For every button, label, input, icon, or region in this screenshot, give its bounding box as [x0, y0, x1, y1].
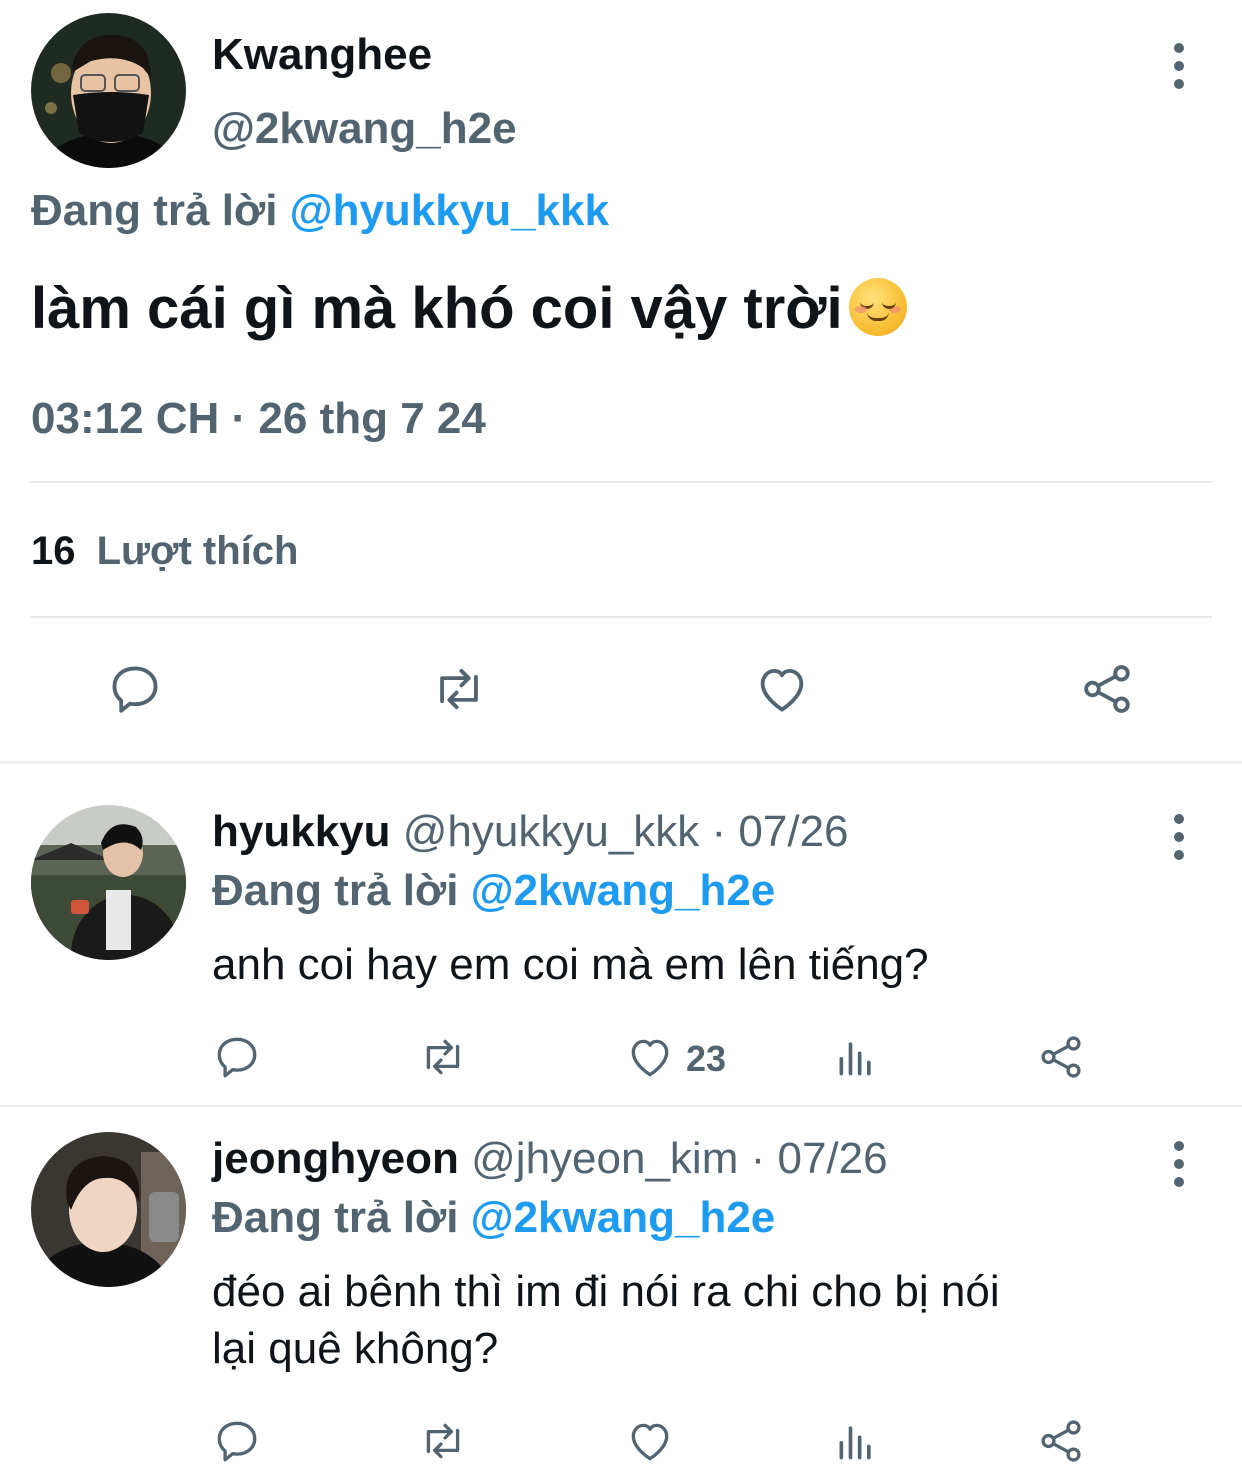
like-icon[interactable] — [752, 660, 812, 718]
reply-text-line-2: lại quê không? — [212, 1324, 499, 1373]
reply-text: anh coi hay em coi mà em lên tiếng? — [212, 940, 929, 989]
avatar-kwanghee[interactable] — [31, 13, 186, 168]
reply-replying-to: Đang trả lời @2kwang_h2e — [212, 1193, 775, 1243]
avatar-hyukkyu[interactable] — [31, 805, 186, 960]
likes-summary[interactable]: 16 Lượt thích — [31, 529, 298, 574]
replying-to-link[interactable]: @2kwang_h2e — [471, 1193, 776, 1242]
more-icon[interactable] — [1169, 1141, 1189, 1187]
reply-text-line-1: đéo ai bênh thì im đi nói ra chi cho bị … — [212, 1267, 1000, 1316]
divider — [30, 616, 1212, 618]
share-icon[interactable] — [1078, 660, 1136, 718]
share-icon[interactable] — [1036, 1032, 1086, 1082]
reply-display-name[interactable]: hyukkyu — [212, 807, 391, 856]
reply-handle[interactable]: @jhyeon_kim — [471, 1134, 738, 1183]
tweet-text: làm cái gì mà khó coi vậy trời — [31, 275, 907, 342]
reply-icon[interactable] — [212, 1032, 262, 1082]
retweet-icon[interactable] — [414, 1032, 472, 1082]
like-count: 23 — [686, 1038, 727, 1079]
replying-prefix: Đang trả lời — [212, 1193, 459, 1242]
share-icon[interactable] — [1036, 1416, 1086, 1466]
section-divider — [0, 761, 1242, 764]
views-icon[interactable] — [834, 1418, 878, 1464]
like-icon[interactable] — [624, 1416, 676, 1466]
tweet-text-content: làm cái gì mà khó coi vậy trời — [31, 276, 843, 341]
replying-to-line: Đang trả lời @hyukkyu_kkk — [31, 186, 609, 236]
replying-prefix: Đang trả lời — [31, 186, 278, 235]
reply-date[interactable]: · 07/26 — [712, 807, 849, 856]
avatar-jeonghyeon[interactable] — [31, 1132, 186, 1287]
like-icon[interactable] — [624, 1032, 676, 1082]
replying-prefix: Đang trả lời — [212, 866, 459, 915]
tweet-timestamp[interactable]: 03:12 CH · 26 thg 7 24 — [31, 394, 486, 444]
reply-header: jeonghyeon @jhyeon_kim · 07/26 — [212, 1134, 888, 1184]
reply-icon[interactable] — [106, 660, 164, 718]
user-handle[interactable]: @2kwang_h2e — [212, 104, 517, 154]
divider — [30, 481, 1212, 483]
reply-divider — [0, 1105, 1242, 1107]
reply-replying-to: Đang trả lời @2kwang_h2e — [212, 866, 775, 916]
display-name[interactable]: Kwanghee — [212, 30, 432, 80]
reply-date[interactable]: · 07/26 — [751, 1134, 888, 1183]
reply-icon[interactable] — [212, 1416, 262, 1466]
retweet-icon[interactable] — [414, 1416, 472, 1466]
views-icon[interactable] — [834, 1034, 878, 1080]
reply-display-name[interactable]: jeonghyeon — [212, 1134, 459, 1183]
reply-handle[interactable]: @hyukkyu_kkk — [403, 807, 700, 856]
reply-header: hyukkyu @hyukkyu_kkk · 07/26 — [212, 807, 849, 857]
more-icon[interactable] — [1169, 43, 1189, 89]
likes-count: 16 — [31, 529, 76, 573]
retweet-icon[interactable] — [428, 660, 490, 718]
more-icon[interactable] — [1169, 814, 1189, 860]
smiling-face-emoji-icon — [848, 278, 907, 336]
replying-to-link[interactable]: @hyukkyu_kkk — [290, 186, 609, 235]
replying-to-link[interactable]: @2kwang_h2e — [471, 866, 776, 915]
likes-label: Lượt thích — [96, 529, 299, 573]
